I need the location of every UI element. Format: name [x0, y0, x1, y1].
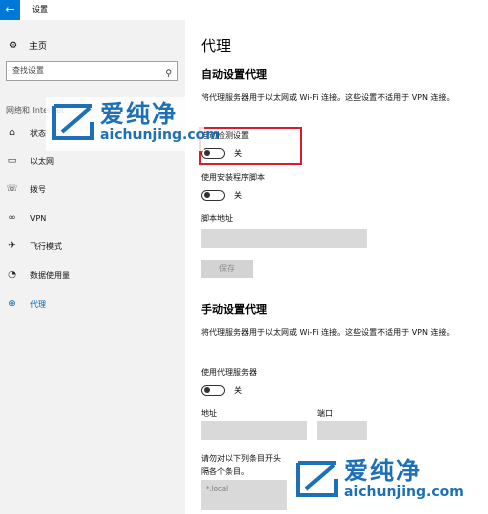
setup-script-toggle-row: 关 — [201, 189, 242, 201]
gear-icon: ⚙ — [8, 40, 18, 51]
exceptions-input[interactable]: *.local — [201, 480, 287, 510]
setup-script-label: 使用安装程序脚本 — [201, 173, 265, 182]
sidebar-item-label: 以太网 — [30, 156, 54, 166]
script-address-label: 脚本地址 — [201, 214, 233, 223]
proxy-address-label: 地址 — [201, 409, 217, 418]
manual-proxy-description: 将代理服务器用于以太网或 Wi-Fi 连接。这些设置不适用于 VPN 连接。 — [201, 328, 455, 337]
save-button[interactable]: 保存 — [201, 260, 253, 278]
search-input[interactable]: 查找设置 ⚲ — [6, 61, 178, 81]
window-title: 设置 — [32, 5, 48, 14]
sidebar-item-airplane[interactable]: ✈ 飞行模式 — [6, 239, 62, 253]
sidebar-item-label: 代理 — [30, 299, 46, 309]
sidebar-item-proxy[interactable]: ⊕ 代理 — [6, 297, 46, 311]
vpn-icon: ∞ — [8, 213, 16, 223]
watermark-en: aichunjing.com — [344, 484, 464, 500]
data-usage-icon: ◔ — [8, 270, 16, 280]
back-button[interactable]: ← — [0, 0, 20, 20]
sidebar-item-label: 数据使用量 — [30, 270, 70, 280]
setup-script-state: 关 — [234, 190, 242, 200]
sidebar-item-status[interactable]: ⌂ 状态 — [6, 126, 46, 140]
main-content: 代理 自动设置代理 将代理服务器用于以太网或 Wi-Fi 连接。这些设置不适用于… — [185, 20, 488, 514]
watermark-bottom: 爱纯净 aichunjing.com — [290, 454, 488, 514]
use-proxy-label: 使用代理服务器 — [201, 368, 257, 377]
use-proxy-toggle-row: 关 — [201, 384, 242, 396]
watermark-en: aichunjing.com — [100, 127, 220, 143]
watermark-logo-icon — [296, 461, 338, 497]
use-proxy-state: 关 — [234, 385, 242, 395]
proxy-icon: ⊕ — [8, 299, 16, 309]
search-icon: ⚲ — [165, 69, 172, 79]
proxy-port-input[interactable] — [317, 421, 367, 440]
airplane-icon: ✈ — [8, 241, 16, 251]
proxy-address-input[interactable] — [201, 421, 307, 440]
watermark-top: 爱纯净 aichunjing.com — [46, 97, 220, 151]
proxy-port-label: 端口 — [317, 409, 333, 418]
exceptions-text-line2: 隔各个条目。 — [201, 467, 249, 476]
watermark-cn: 爱纯净 — [344, 457, 422, 485]
sidebar-item-dialup[interactable]: ☏ 拨号 — [6, 182, 46, 196]
search-placeholder: 查找设置 — [12, 66, 44, 75]
watermark-cn: 爱纯净 — [100, 100, 178, 128]
use-proxy-toggle[interactable] — [201, 384, 225, 396]
sidebar-item-label: 飞行模式 — [30, 241, 62, 251]
auto-proxy-description: 将代理服务器用于以太网或 Wi-Fi 连接。这些设置不适用于 VPN 连接。 — [201, 93, 455, 102]
watermark-logo-icon — [52, 104, 94, 140]
setup-script-toggle[interactable] — [201, 189, 225, 201]
sidebar-item-label: 状态 — [30, 128, 46, 138]
title-bar: ← 设置 — [0, 0, 488, 20]
exceptions-text-line1: 请勿对以下列条目开头 — [201, 454, 281, 463]
exceptions-value: *.local — [206, 485, 229, 493]
sidebar: ⚙ 主页 查找设置 ⚲ 网络和 Internet ⌂ 状态 ▭ 以太网 ☏ 拨号… — [0, 20, 185, 514]
sidebar-item-ethernet[interactable]: ▭ 以太网 — [6, 154, 54, 168]
sidebar-item-vpn[interactable]: ∞ VPN — [6, 211, 46, 225]
sidebar-item-data-usage[interactable]: ◔ 数据使用量 — [6, 268, 70, 282]
back-arrow-icon: ← — [5, 3, 15, 16]
manual-proxy-heading: 手动设置代理 — [201, 303, 267, 316]
dialup-icon: ☏ — [6, 184, 18, 194]
auto-proxy-heading: 自动设置代理 — [201, 68, 267, 81]
sidebar-item-label: VPN — [30, 213, 47, 223]
sidebar-item-label: 拨号 — [30, 184, 46, 194]
sidebar-item-home[interactable]: ⚙ 主页 — [7, 39, 48, 53]
home-label: 主页 — [29, 42, 48, 52]
status-icon: ⌂ — [9, 128, 15, 138]
page-title: 代理 — [201, 37, 232, 55]
ethernet-icon: ▭ — [7, 156, 17, 166]
script-address-input[interactable] — [201, 229, 367, 248]
